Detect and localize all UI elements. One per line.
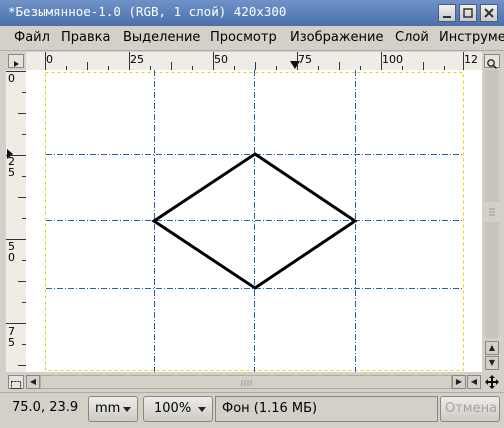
ruler-label: 50 xyxy=(214,53,228,66)
vertical-scrollbar[interactable]: ▲ ▼ xyxy=(482,70,502,372)
ruler-label: 100 xyxy=(382,53,403,66)
unit-value: mm xyxy=(95,401,121,416)
menu-tools[interactable]: Инструме xyxy=(439,30,504,45)
magnifier-icon xyxy=(487,59,498,70)
chevron-down-icon xyxy=(198,407,206,412)
ruler-label: 5 0 xyxy=(8,240,15,264)
scroll-left-button-2[interactable]: ◀ xyxy=(467,375,481,389)
cancel-button[interactable]: Отмена xyxy=(440,396,500,422)
maximize-button[interactable] xyxy=(459,4,477,22)
canvas-drawing xyxy=(26,70,482,372)
menu-layer[interactable]: Слой xyxy=(395,30,429,45)
minimize-button[interactable] xyxy=(438,4,456,22)
maximize-icon xyxy=(463,8,473,18)
scroll-right-button[interactable]: ▶ xyxy=(452,375,466,389)
layer-info: Фон (1.16 МБ) xyxy=(215,396,438,422)
horizontal-ruler[interactable]: 0 25 50 75 100 12 xyxy=(26,52,482,71)
close-icon xyxy=(484,8,494,18)
chevron-down-icon xyxy=(123,407,131,412)
menu-view[interactable]: Просмотр xyxy=(210,30,277,45)
zoom-value: 100% xyxy=(154,401,192,416)
menu-edit[interactable]: Правка xyxy=(61,30,110,45)
zoom-toggle-button[interactable] xyxy=(484,54,500,70)
move-icon xyxy=(485,375,499,389)
window-title: *Безымянное-1.0 (RGB, 1 слой) 420x300 xyxy=(8,4,287,19)
minimize-icon xyxy=(443,16,451,18)
scroll-thumb[interactable] xyxy=(40,375,452,389)
scroll-grip[interactable] xyxy=(485,202,499,222)
scroll-left-button[interactable]: ◀ xyxy=(26,375,40,389)
quick-mask-button[interactable] xyxy=(8,375,24,389)
vertical-ruler[interactable]: 0 2 5 5 0 7 5 xyxy=(6,70,27,372)
ruler-label: 12 xyxy=(464,53,478,66)
close-button[interactable] xyxy=(480,4,498,22)
arrow-right-icon xyxy=(14,61,19,67)
horizontal-scrollbar[interactable]: ◀ ▶ ◀ xyxy=(26,374,482,390)
ruler-pointer-marker xyxy=(290,61,300,69)
navigate-button[interactable] xyxy=(483,374,501,390)
ruler-label: 25 xyxy=(130,53,144,66)
zoom-selector[interactable]: 100% xyxy=(143,396,213,422)
image-canvas[interactable] xyxy=(26,70,482,372)
image-menu-button[interactable] xyxy=(8,54,24,68)
grip-icon xyxy=(489,208,495,216)
scroll-up-button[interactable]: ▲ xyxy=(485,341,499,355)
menu-select[interactable]: Выделение xyxy=(123,30,200,45)
ruler-pointer-marker xyxy=(7,149,13,159)
menu-image[interactable]: Изображение xyxy=(290,30,383,45)
scroll-down-button[interactable]: ▼ xyxy=(485,356,499,370)
ruler-label: 0 xyxy=(8,72,15,85)
ruler-label: 7 5 xyxy=(8,325,15,349)
grip-icon xyxy=(241,380,252,386)
quick-mask-icon xyxy=(11,381,21,389)
pointer-coordinates: 75.0, 23.9 xyxy=(6,396,86,422)
ruler-label: 0 xyxy=(46,53,53,66)
menu-file[interactable]: Файл xyxy=(14,30,50,45)
unit-selector[interactable]: mm xyxy=(88,396,138,422)
